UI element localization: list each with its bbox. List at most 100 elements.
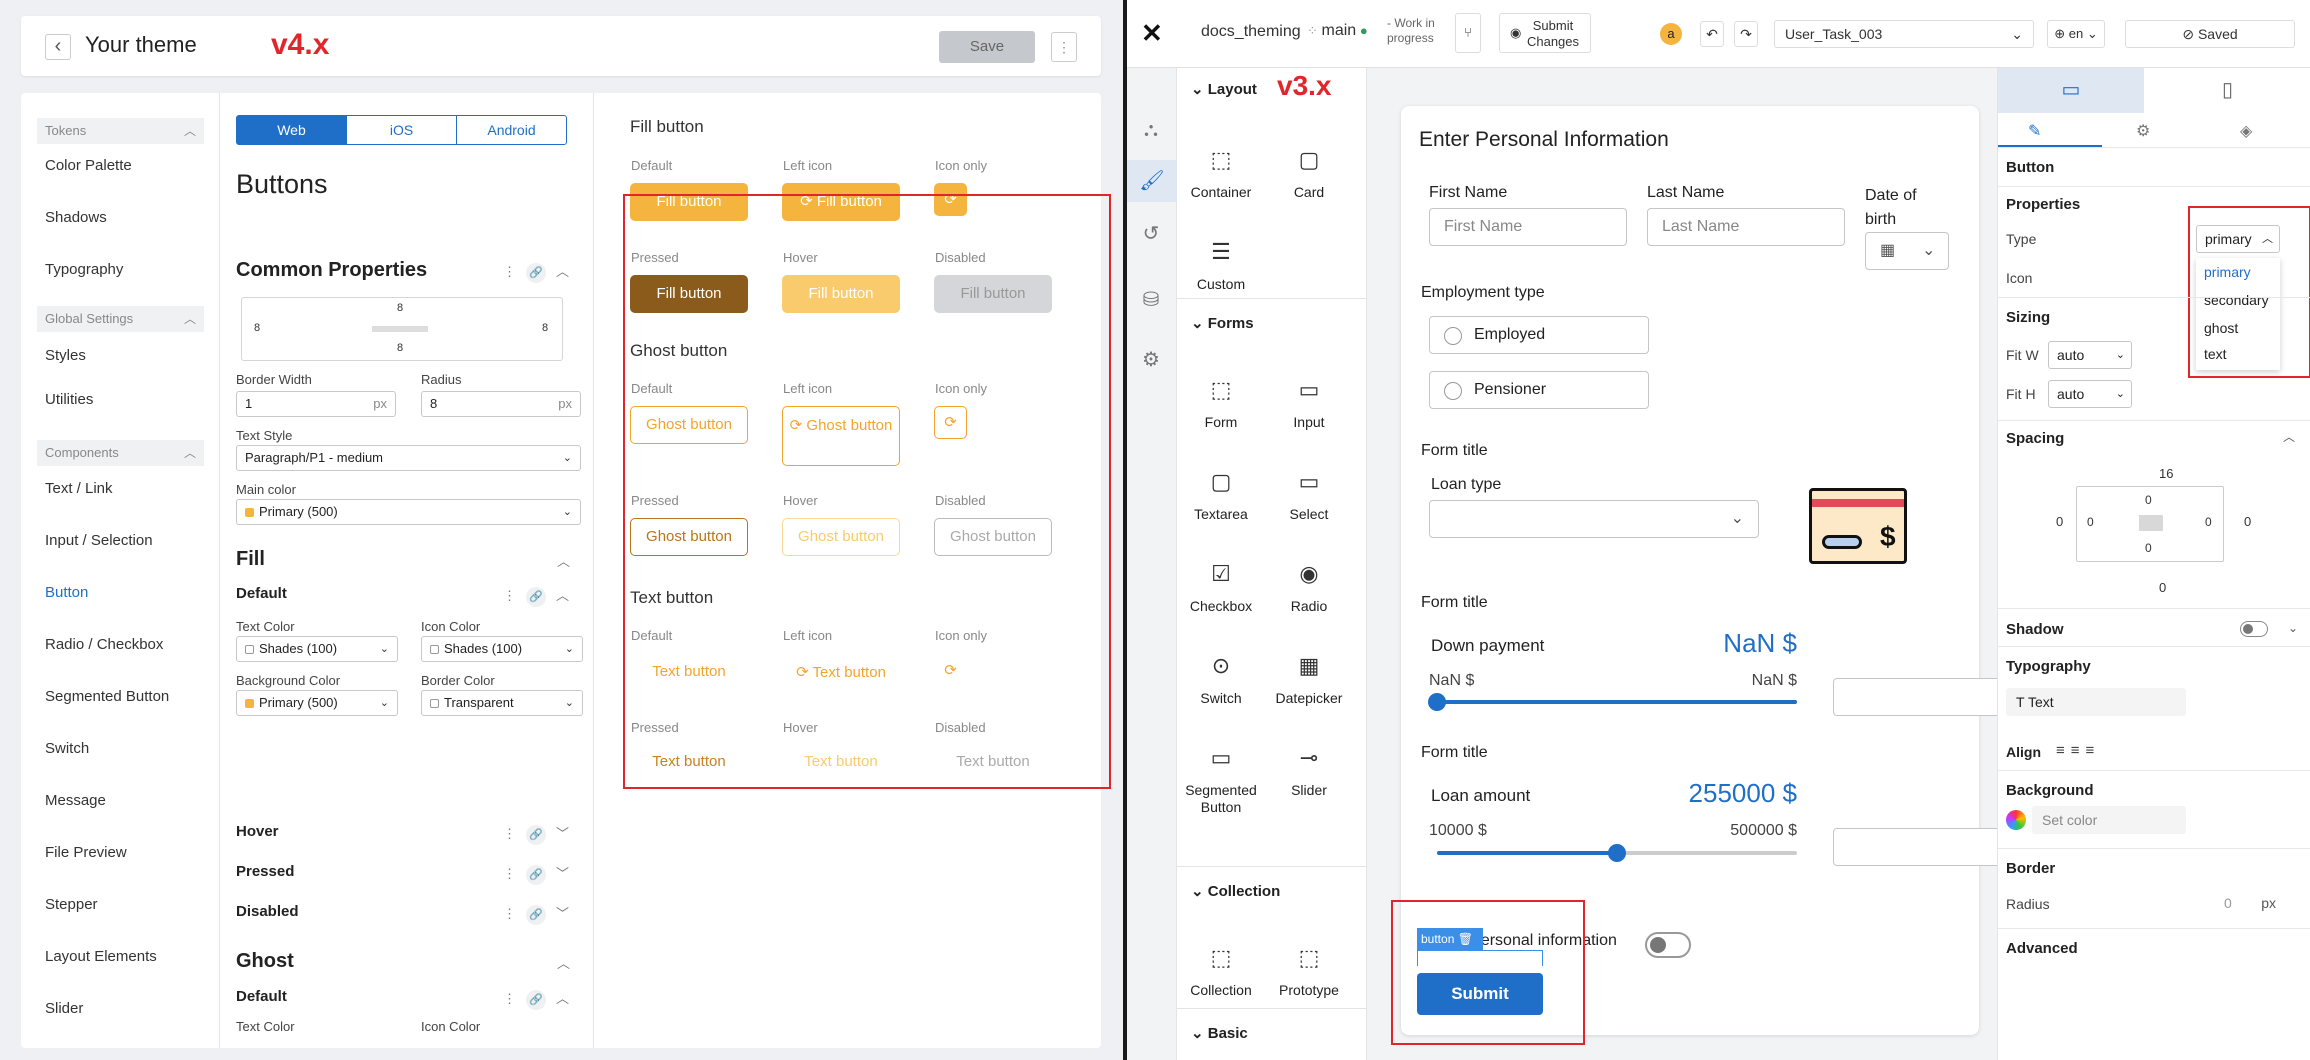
nav-section-global[interactable]: Global Settings ︿ — [37, 306, 204, 332]
palette-item-radio[interactable]: ◉ Radio — [1265, 560, 1353, 614]
chevron-up-icon[interactable]: ︿ — [556, 264, 569, 279]
palette-item-slider[interactable]: ⊸ Slider — [1265, 744, 1353, 798]
task-select[interactable]: User_Task_003 ⌄ — [1774, 20, 2034, 48]
margin-top-value[interactable]: 16 — [2159, 466, 2173, 481]
nav-item-color-palette[interactable]: Color Palette — [45, 157, 132, 174]
kebab-icon[interactable]: ⋮ — [503, 264, 516, 279]
fill-disabled-label[interactable]: Disabled — [236, 903, 299, 920]
chevron-down-icon[interactable]: ⌄ — [2288, 621, 2298, 635]
nav-item-styles[interactable]: Styles — [45, 347, 86, 364]
kebab-icon[interactable]: ⋮ — [503, 588, 516, 603]
chevron-down-icon[interactable]: ﹀ — [556, 826, 569, 841]
palette-category-basic[interactable]: ⌄ Basic — [1191, 1024, 1248, 1042]
palette-item-select[interactable]: ▭ Select — [1265, 468, 1353, 522]
chevron-up-icon[interactable]: ︿ — [557, 953, 570, 972]
dob-datepicker[interactable]: ▦ ⌄ — [1865, 232, 1949, 270]
link-icon[interactable]: 🔗 — [526, 865, 546, 885]
nav-item-segmented-button[interactable]: Segmented Button — [45, 688, 169, 705]
last-name-input[interactable]: Last Name — [1647, 208, 1845, 246]
palette-item-segmented-button[interactable]: ▭ Segmented Button — [1177, 744, 1265, 816]
align-right-icon[interactable]: ≡ — [2086, 742, 2101, 759]
tab-ios[interactable]: iOS — [346, 115, 457, 145]
nav-item-shadows[interactable]: Shadows — [45, 209, 107, 226]
link-icon[interactable]: 🔗 — [526, 587, 546, 607]
fill-pressed-label[interactable]: Pressed — [236, 863, 294, 880]
margin-bottom-value[interactable]: 0 — [2159, 580, 2166, 595]
fill-text-color-select[interactable]: Shades (100) ⌄ — [236, 636, 398, 662]
nav-item-input-selection[interactable]: Input / Selection — [45, 532, 153, 549]
padding-bottom-value[interactable]: 0 — [2145, 541, 2152, 555]
submit-changes-button[interactable]: ◉ Submit Changes — [1499, 13, 1591, 53]
margin-right-value[interactable]: 0 — [2244, 514, 2251, 529]
kebab-icon[interactable]: ⋮ — [503, 906, 516, 921]
palette-item-datepicker[interactable]: ▦ Datepicker — [1265, 652, 1353, 706]
kebab-icon[interactable]: ⋮ — [503, 991, 516, 1006]
nav-item-text-link[interactable]: Text / Link — [45, 480, 113, 497]
mobile-view-icon[interactable]: ▯ — [2144, 68, 2310, 113]
palette-category-layout[interactable]: ⌄ Layout — [1191, 80, 1257, 98]
palette-item-custom[interactable]: ☰ Custom — [1177, 238, 1265, 292]
loan-type-select[interactable]: ⌄ — [1429, 500, 1759, 538]
palette-category-forms[interactable]: ⌄ Forms — [1191, 314, 1254, 332]
undo-icon[interactable]: ↶ — [1700, 21, 1724, 47]
brush-icon[interactable]: 🖌 — [1127, 160, 1177, 202]
padding-left-value[interactable]: 8 — [254, 322, 260, 334]
fill-hover-label[interactable]: Hover — [236, 823, 279, 840]
color-wheel-icon[interactable] — [2006, 810, 2026, 830]
padding-top-value[interactable]: 8 — [397, 302, 403, 314]
chevron-up-icon[interactable]: ︿ — [2283, 428, 2295, 445]
slider-knob[interactable] — [1428, 693, 1446, 711]
chevron-down-icon[interactable]: ﹀ — [556, 866, 569, 881]
flow-icon[interactable]: ⛬ — [1137, 116, 1165, 144]
nav-item-layout-elements[interactable]: Layout Elements — [45, 948, 157, 965]
chevron-up-icon[interactable]: ︿ — [557, 551, 570, 570]
nav-item-switch[interactable]: Switch — [45, 740, 89, 757]
desktop-view-icon[interactable]: ▭ — [1998, 68, 2144, 113]
layers-icon[interactable]: ◈ — [2240, 121, 2252, 141]
margin-left-value[interactable]: 0 — [2056, 514, 2063, 529]
fill-bg-color-select[interactable]: Primary (500) ⌄ — [236, 690, 398, 716]
edit-pencil-icon[interactable]: ✎ — [2028, 121, 2041, 141]
git-branch-icon[interactable]: ⑂ — [1455, 13, 1481, 53]
nav-item-button[interactable]: Button — [45, 584, 88, 601]
nav-item-slider[interactable]: Slider — [45, 1000, 83, 1017]
back-button[interactable]: ‹ — [45, 34, 71, 60]
radius-input[interactable]: 0 px — [2216, 890, 2280, 918]
language-select[interactable]: ⊕ en ⌄ — [2047, 20, 2105, 48]
tab-android[interactable]: Android — [456, 115, 567, 145]
padding-bottom-value[interactable]: 8 — [397, 342, 403, 354]
link-icon[interactable]: 🔗 — [526, 990, 546, 1010]
loan-amount-slider[interactable] — [1437, 844, 1797, 862]
fill-icon-color-select[interactable]: Shades (100) ⌄ — [421, 636, 583, 662]
avatar[interactable]: a — [1660, 23, 1682, 45]
border-width-input[interactable]: 1 px — [236, 391, 396, 417]
palette-item-checkbox[interactable]: ☑ Checkbox — [1177, 560, 1265, 614]
palette-item-form[interactable]: ⬚ Form — [1177, 376, 1265, 430]
palette-item-input[interactable]: ▭ Input — [1265, 376, 1353, 430]
nav-item-message[interactable]: Message — [45, 792, 106, 809]
down-payment-slider[interactable] — [1428, 693, 1797, 711]
padding-right-value[interactable]: 8 — [542, 322, 548, 334]
fit-height-select[interactable]: auto ⌄ — [2048, 380, 2132, 408]
tab-web[interactable]: Web — [236, 115, 347, 145]
text-style-chip[interactable]: T Text — [2006, 688, 2186, 716]
personal-info-toggle[interactable] — [1645, 932, 1691, 958]
shadow-toggle[interactable] — [2240, 621, 2268, 637]
radio-employed[interactable]: Employed — [1429, 316, 1649, 354]
slider-knob[interactable] — [1608, 844, 1626, 862]
radius-input[interactable]: 8 px — [421, 391, 581, 417]
align-center-icon[interactable]: ≡ — [2071, 742, 2086, 759]
nav-item-file-preview[interactable]: File Preview — [45, 844, 127, 861]
history-icon[interactable]: ↺ — [1137, 220, 1165, 248]
palette-item-textarea[interactable]: ▢ Textarea — [1177, 468, 1265, 522]
nav-item-utilities[interactable]: Utilities — [45, 391, 93, 408]
fit-width-select[interactable]: auto ⌄ — [2048, 341, 2132, 369]
redo-icon[interactable]: ↷ — [1734, 21, 1758, 47]
main-color-select[interactable]: Primary (500) ⌄ — [236, 499, 581, 525]
palette-item-card[interactable]: ▢ Card — [1265, 146, 1353, 200]
kebab-icon[interactable]: ⋮ — [503, 866, 516, 881]
chevron-up-icon[interactable]: ︿ — [556, 991, 569, 1006]
palette-item-prototype[interactable]: ⬚ Prototype — [1265, 944, 1353, 998]
nav-section-tokens[interactable]: Tokens ︿ — [37, 118, 204, 144]
save-button[interactable]: Save — [939, 31, 1035, 63]
